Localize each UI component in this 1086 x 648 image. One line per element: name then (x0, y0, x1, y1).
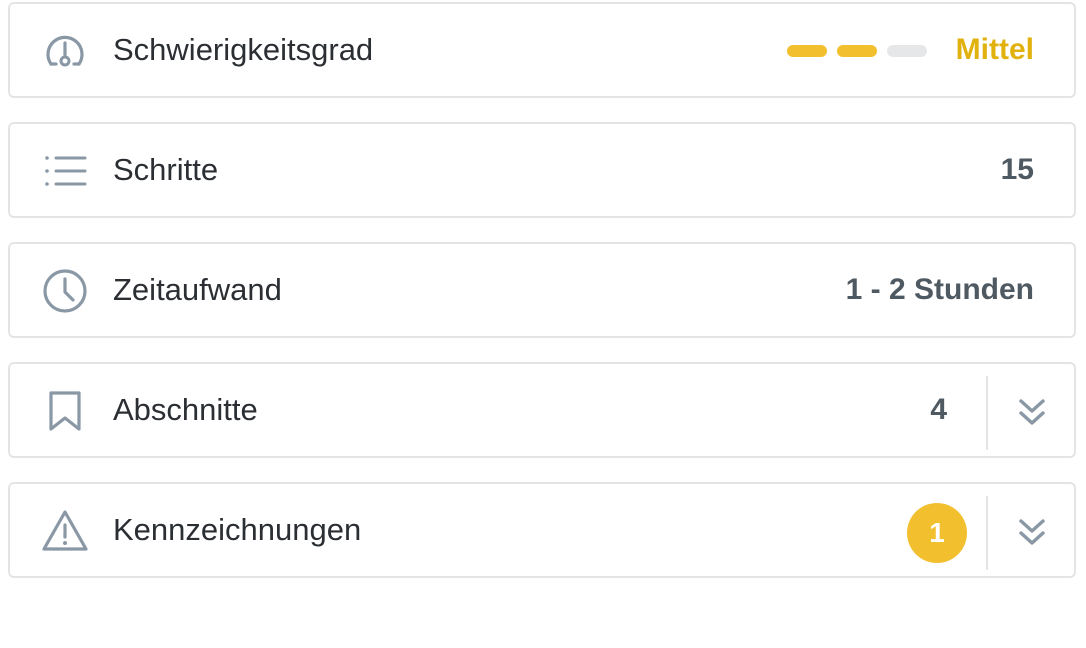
difficulty-bar (787, 45, 827, 57)
difficulty-value: Mittel (955, 33, 1034, 66)
clock-icon (40, 266, 90, 316)
bookmark-icon (40, 386, 90, 436)
difficulty-label: Schwierigkeitsgrad (113, 32, 374, 67)
steps-label: Schritte (113, 152, 219, 187)
chevron-double-down-icon (1019, 399, 1045, 425)
steps-count: 15 (1000, 153, 1034, 186)
flags-expand-button[interactable] (1006, 506, 1058, 558)
difficulty-row: Schwierigkeitsgrad Mittel (8, 2, 1076, 98)
sections-expand-button[interactable] (1006, 386, 1058, 438)
difficulty-bar (837, 45, 877, 57)
divider (986, 496, 988, 570)
flags-row: Kennzeichnungen 1 (8, 482, 1076, 578)
difficulty-bar (887, 45, 927, 57)
flags-label: Kennzeichnungen (113, 512, 362, 547)
steps-row: Schritte 15 (8, 122, 1076, 218)
time-row: Zeitaufwand 1 - 2 Stunden (8, 242, 1076, 338)
warning-icon (40, 506, 90, 556)
sections-count: 4 (930, 393, 947, 426)
flags-count-badge: 1 (907, 503, 967, 563)
gauge-icon (40, 26, 90, 76)
time-label: Zeitaufwand (113, 272, 282, 307)
sections-row: Abschnitte 4 (8, 362, 1076, 458)
list-icon (40, 146, 90, 196)
difficulty-level-bars (787, 45, 927, 57)
time-value: 1 - 2 Stunden (845, 273, 1034, 306)
chevron-double-down-icon (1019, 519, 1045, 545)
divider (986, 376, 988, 450)
sections-label: Abschnitte (113, 392, 258, 427)
